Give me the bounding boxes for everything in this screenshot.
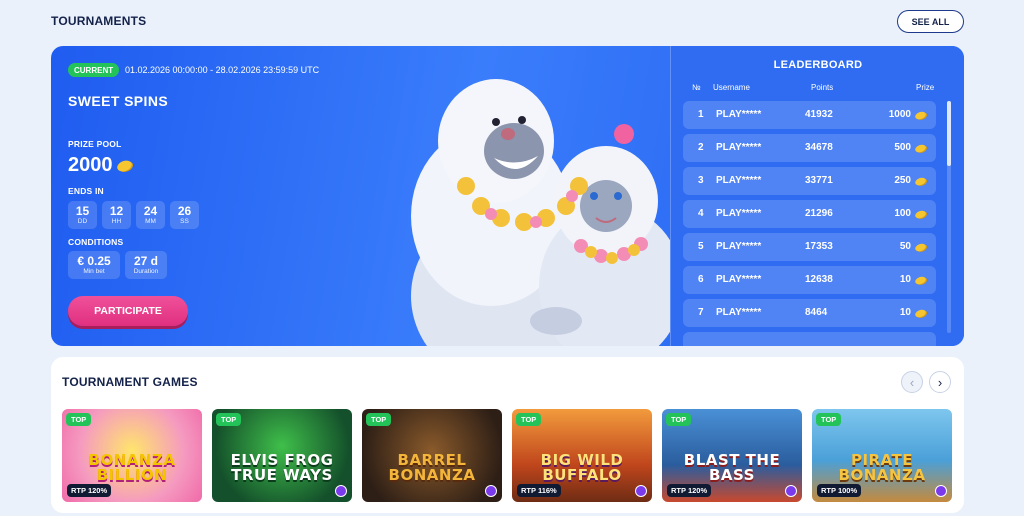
status-badge: CURRENT [68, 63, 120, 77]
leaderboard-row: 5 PLAY***** 17353 50 [683, 233, 936, 261]
countdown-minutes: 24 MM [136, 201, 165, 229]
gem-icon [335, 485, 347, 497]
coin-icon [115, 158, 133, 173]
leaderboard: LEADERBOARD № Username Points Prize 1 PLA… [670, 46, 964, 346]
coin-icon [914, 142, 927, 154]
carousel-next-button[interactable]: › [929, 371, 951, 393]
chevron-right-icon: › [937, 374, 943, 390]
leaderboard-row: 2 PLAY***** 34678 500 [683, 134, 936, 162]
game-title: BONANZA BILLION [88, 451, 176, 484]
chevron-left-icon: ‹ [909, 374, 915, 390]
column-points: Points [811, 83, 834, 92]
prize-pool-label: PRIZE POOL [68, 139, 122, 149]
top-badge: TOP [66, 413, 92, 426]
coin-icon [914, 175, 927, 187]
game-card[interactable]: BLAST THE BASS TOP RTP 120% [662, 409, 802, 502]
countdown-days: 15 DD [68, 201, 97, 229]
coin-icon [914, 208, 927, 220]
top-badge: TOP [216, 413, 242, 426]
tournament-banner: CURRENT 01.02.2026 00:00:00 - 28.02.2026… [51, 46, 964, 346]
carousel-prev-button[interactable]: ‹ [901, 371, 923, 393]
gem-icon [635, 485, 647, 497]
yeti-couple-illustration [411, 79, 671, 346]
game-title: BLAST THE BASS [683, 451, 781, 484]
gem-icon [935, 485, 947, 497]
game-title: PIRATE BONANZA [838, 451, 926, 484]
section-title: TOURNAMENTS [51, 14, 147, 28]
coin-icon [914, 241, 927, 253]
rtp-badge: RTP 120% [667, 484, 712, 497]
coin-icon [914, 274, 927, 286]
leaderboard-row: 7 PLAY***** 8464 10 [683, 299, 936, 327]
conditions: € 0.25 Min bet 27 d Duration [68, 251, 167, 279]
countdown-hours: 12 HH [102, 201, 131, 229]
leaderboard-row: 4 PLAY***** 21296 100 [683, 200, 936, 228]
countdown: 15 DD 12 HH 24 MM 26 SS [68, 201, 199, 229]
conditions-label: CONDITIONS [68, 237, 124, 247]
rtp-badge: RTP 116% [517, 484, 561, 497]
participate-button[interactable]: PARTICIPATE [68, 296, 188, 326]
condition-min-bet: € 0.25 Min bet [68, 251, 120, 279]
gem-icon [785, 485, 797, 497]
top-badge: TOP [366, 413, 392, 426]
game-card[interactable]: BARREL BONANZA TOP [362, 409, 502, 502]
game-card[interactable]: BIG WILD BUFFALO TOP RTP 116% [512, 409, 652, 502]
game-card[interactable]: ELVIS FROG TRUE WAYS TOP [212, 409, 352, 502]
see-all-button[interactable]: SEE ALL [897, 10, 964, 33]
game-card[interactable]: BONANZA BILLION TOP RTP 120% [62, 409, 202, 502]
game-title: ELVIS FROG TRUE WAYS [230, 451, 334, 484]
top-badge: TOP [816, 413, 842, 426]
prize-pool: 2000 [68, 154, 133, 177]
games-title: TOURNAMENT GAMES [62, 375, 198, 389]
leaderboard-scrollbar-thumb[interactable] [947, 101, 951, 166]
prize-pool-value: 2000 [68, 154, 113, 176]
rtp-badge: RTP 120% [67, 484, 112, 497]
column-username: Username [713, 83, 750, 92]
leaderboard-row: 6 PLAY***** 12638 10 [683, 266, 936, 294]
coin-icon [914, 109, 927, 121]
game-card[interactable]: PIRATE BONANZA TOP RTP 100% [812, 409, 952, 502]
game-title: BIG WILD BUFFALO [540, 451, 624, 484]
condition-duration: 27 d Duration [125, 251, 167, 279]
top-badge: TOP [516, 413, 542, 426]
gem-icon [485, 485, 497, 497]
tournament-games: TOURNAMENT GAMES ‹ › BONANZA BILLION TOP… [51, 357, 964, 513]
column-rank: № [692, 83, 701, 92]
tournament-dates: 01.02.2026 00:00:00 - 28.02.2026 23:59:5… [125, 65, 320, 75]
leaderboard-row: 3 PLAY***** 33771 250 [683, 167, 936, 195]
game-title: BARREL BONANZA [388, 451, 476, 484]
rtp-badge: RTP 100% [817, 484, 862, 497]
tournament-name: SWEET SPINS [68, 93, 169, 109]
leaderboard-title: LEADERBOARD [773, 59, 863, 71]
countdown-seconds: 26 SS [170, 201, 199, 229]
coin-icon [914, 307, 927, 319]
leaderboard-row-partial [683, 332, 936, 346]
leaderboard-row: 1 PLAY***** 41932 1000 [683, 101, 936, 129]
ends-in-label: ENDS IN [68, 186, 104, 196]
column-prize: Prize [916, 83, 935, 92]
top-badge: TOP [666, 413, 692, 426]
